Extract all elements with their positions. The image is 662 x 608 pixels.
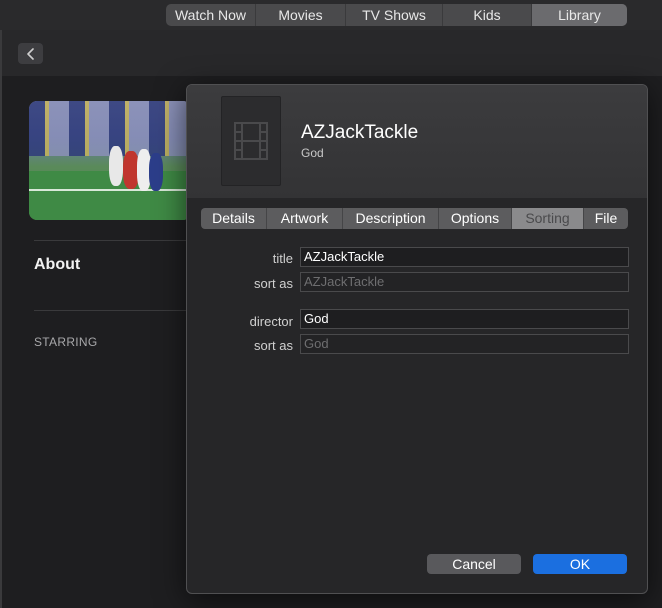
tab-file[interactable]: File — [584, 208, 628, 229]
ok-button[interactable]: OK — [533, 554, 627, 574]
artwork-placeholder[interactable] — [221, 96, 281, 186]
director-input[interactable]: God — [300, 309, 629, 329]
tab-artwork[interactable]: Artwork — [267, 208, 343, 229]
about-heading: About — [34, 256, 81, 273]
title-sort-label: sort as — [253, 276, 293, 291]
tab-options[interactable]: Options — [439, 208, 512, 229]
title-input[interactable]: AZJackTackle — [300, 247, 629, 267]
cancel-button[interactable]: Cancel — [427, 554, 521, 574]
tab-movies[interactable]: Movies — [256, 4, 346, 26]
director-sort-input[interactable]: God — [300, 334, 629, 354]
tab-kids[interactable]: Kids — [443, 4, 532, 26]
title-label: title — [272, 251, 293, 266]
tab-tv-shows[interactable]: TV Shows — [346, 4, 443, 26]
navigation-bar — [0, 30, 662, 76]
director-label: director — [249, 314, 293, 329]
info-tabs: Details Artwork Description Options Sort… — [201, 208, 628, 229]
section-divider — [34, 310, 194, 311]
title-sort-input[interactable]: AZJackTackle — [300, 272, 629, 292]
tab-description[interactable]: Description — [343, 208, 439, 229]
director-sort-label: sort as — [253, 338, 293, 353]
movie-thumbnail[interactable] — [29, 101, 191, 220]
tab-sorting[interactable]: Sorting — [512, 208, 584, 229]
library-nav-segmented-control: Watch Now Movies TV Shows Kids Library — [166, 4, 627, 26]
get-info-dialog: AZJackTackle God Details Artwork Descrip… — [186, 84, 648, 594]
chevron-left-icon — [26, 47, 34, 60]
dialog-subtitle: God — [301, 146, 324, 160]
back-button[interactable] — [18, 43, 43, 64]
tab-watch-now[interactable]: Watch Now — [166, 4, 256, 26]
starring-heading: STARRING — [34, 335, 98, 349]
thumbnail-field-line — [29, 189, 191, 191]
tab-details[interactable]: Details — [201, 208, 267, 229]
dialog-header: AZJackTackle God — [187, 85, 647, 198]
thumbnail-player-1 — [109, 146, 123, 186]
section-divider — [34, 240, 194, 241]
film-icon — [234, 122, 268, 160]
thumbnail-stands-graphic — [29, 101, 191, 156]
tab-library[interactable]: Library — [532, 4, 627, 26]
thumbnail-player-4 — [149, 153, 163, 191]
top-bar: Watch Now Movies TV Shows Kids Library — [0, 0, 662, 30]
dialog-title: AZJackTackle — [301, 122, 419, 143]
